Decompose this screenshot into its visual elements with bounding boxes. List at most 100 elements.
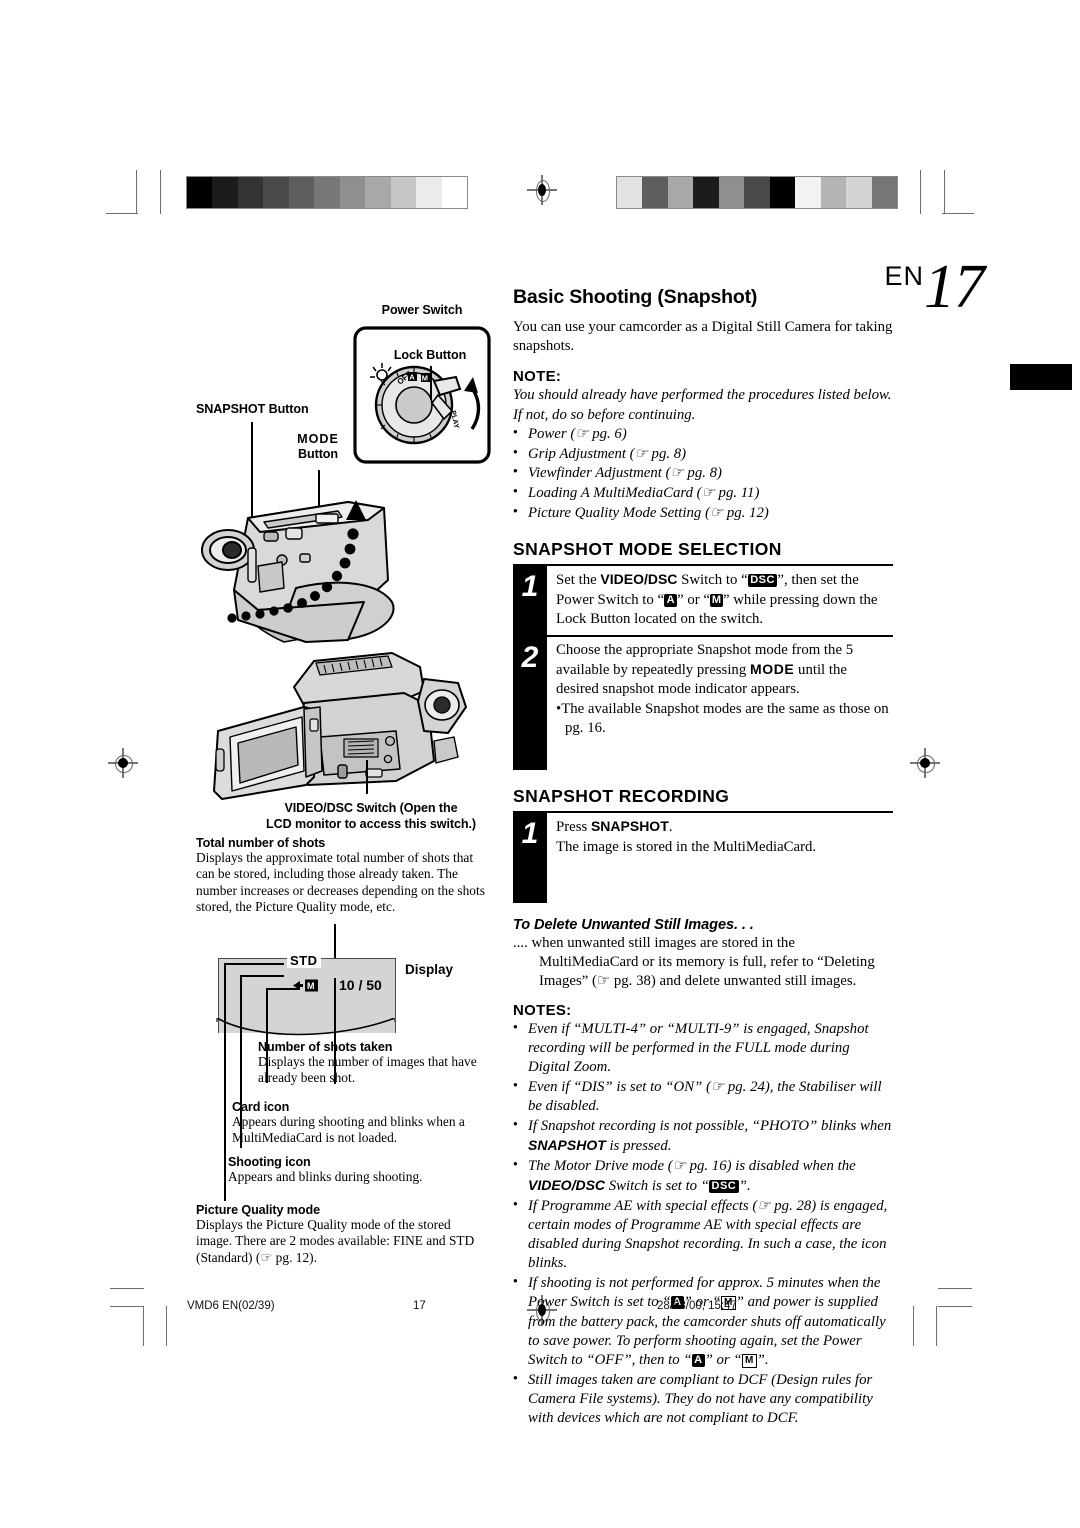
callout-shooting-icon-body: Appears and blinks during shooting.	[228, 1169, 423, 1184]
grayscale-swatch	[212, 177, 238, 208]
note-item: Grip Adjustment (☞ pg. 8)	[513, 445, 893, 464]
grayscale-swatch	[871, 177, 897, 208]
crop-mark-top-right-v2	[944, 170, 946, 214]
notes-heading: NOTES:	[513, 1001, 572, 1019]
footer-timestamp: 28/08/00, 15:47	[657, 1300, 737, 1312]
callout-card-icon: Card icon Appears during shooting and bl…	[232, 1100, 492, 1156]
label-power-switch: Power Switch	[381, 303, 463, 317]
notes-item: If shooting is not performed for approx.…	[513, 1274, 893, 1370]
delete-section-body: .... when unwanted still images are stor…	[513, 934, 875, 990]
notes-item: If Programme AE with special effects (☞ …	[513, 1197, 893, 1274]
grayscale-swatch	[441, 177, 467, 208]
label-mode-button-line2: Button	[298, 446, 338, 461]
step-number: 1	[513, 813, 547, 863]
card-icon: M	[293, 979, 319, 995]
notes-item: The Motor Drive mode (☞ pg. 16) is disab…	[513, 1157, 893, 1196]
callout-picture-quality-heading: Picture Quality mode	[196, 1203, 320, 1217]
svg-text:M: M	[307, 981, 315, 991]
crop-mark-bottom-right-h	[938, 1288, 972, 1290]
callout-total-shots-body: Displays the approximate total number of…	[196, 850, 485, 915]
press-period: .	[668, 819, 673, 836]
callout-shots-taken: Number of shots taken Displays the numbe…	[258, 1040, 498, 1096]
press-label: Press	[556, 819, 591, 836]
camcorder-illustration-bottom	[196, 645, 476, 810]
callout-card-icon-heading: Card icon	[232, 1100, 290, 1114]
page-number-header: EN17	[884, 252, 985, 323]
grayscale-swatch	[667, 177, 694, 208]
leader-line-lock-button	[430, 366, 432, 400]
mode-a-glyph: A	[664, 593, 678, 607]
crop-mark-top-left-h	[106, 213, 138, 215]
label-snapshot-button: SNAPSHOT Button	[196, 402, 309, 416]
grayscale-swatch	[769, 177, 796, 208]
svg-text:M: M	[422, 373, 428, 382]
grayscale-swatch	[390, 177, 417, 208]
margin-index-tab	[1010, 364, 1072, 390]
callout-picture-quality: Picture Quality mode Displays the Pictur…	[196, 1203, 486, 1275]
footer-filename: VMD6 EN(02/39)	[187, 1300, 275, 1312]
step-block-endcap	[513, 744, 547, 771]
notes-list: Even if “MULTI-4” or “MULTI-9” is engage…	[513, 1020, 893, 1429]
label-mode-button-line1: MODE	[297, 432, 339, 446]
notes-item: Even if “MULTI-4” or “MULTI-9” is engage…	[513, 1020, 893, 1078]
grayscale-swatch	[846, 177, 872, 208]
section-heading-mode-selection: SNAPSHOT MODE SELECTION	[513, 539, 782, 560]
callout-shots-taken-heading: Number of shots taken	[258, 1040, 393, 1054]
crop-mark-bottom-right-v2	[913, 1306, 915, 1346]
step-text: Choose the appropriate Snapshot mode fro…	[547, 637, 893, 744]
display-callouts-column: Total number of shots Displays the appro…	[196, 836, 486, 924]
label-video-dsc-line1: VIDEO/DSC Switch (Open the	[284, 801, 458, 815]
step-item: 2 Choose the appropriate Snapshot mode f…	[513, 637, 893, 745]
crop-mark-bottom-right-v	[936, 1306, 938, 1346]
step-text: Press SNAPSHOT. The image is stored in t…	[547, 813, 893, 862]
step-text: Set the VIDEO/DSC Switch to “DSC”, then …	[556, 571, 878, 627]
registration-mark-top-center	[527, 175, 557, 205]
leader-line-quality-v	[224, 963, 226, 1201]
grayscale-calibration-bar-left	[186, 176, 468, 209]
crop-mark-bottom-left-h	[110, 1288, 144, 1290]
snapshot-button-term: SNAPSHOT	[590, 818, 669, 835]
label-display: Display	[405, 962, 454, 977]
registration-mark-right-middle	[910, 748, 940, 778]
grayscale-calibration-bar-right	[616, 176, 898, 209]
note-heading: NOTE:	[513, 368, 562, 386]
dsc-key-glyph: DSC	[747, 574, 778, 588]
grayscale-swatch	[718, 177, 745, 208]
label-lock-button: Lock Button	[393, 348, 467, 362]
grayscale-swatch	[744, 177, 770, 208]
note-item: Picture Quality Mode Setting (☞ pg. 12)	[513, 504, 893, 523]
grayscale-swatch	[693, 177, 719, 208]
label-mode-button: MODE Button	[268, 432, 368, 462]
callout-picture-quality-body: Displays the Picture Quality mode of the…	[196, 1217, 475, 1265]
registration-mark-left-middle	[108, 748, 138, 778]
mode-selection-steps: 1 Set the VIDEO/DSC Switch to “DSC”, the…	[513, 566, 893, 771]
crop-mark-bottom-left-h2	[110, 1306, 144, 1308]
leader-line-card-icon-h	[266, 988, 300, 990]
grayscale-swatch	[365, 177, 391, 208]
crop-mark-top-right-v	[920, 170, 922, 214]
display-shots-value: 10 / 50	[339, 977, 382, 993]
video-dsc-term: VIDEO/DSC	[528, 1176, 606, 1193]
main-content-column: Basic Shooting (Snapshot) You can use yo…	[513, 286, 893, 1429]
leader-line-shooting-icon	[240, 975, 284, 977]
grayscale-swatch	[288, 177, 315, 208]
crop-mark-top-left-v	[136, 170, 138, 214]
grayscale-swatch	[416, 177, 442, 208]
callout-card-icon-body: Appears during shooting and blinks when …	[232, 1114, 465, 1146]
recording-steps: 1 Press SNAPSHOT. The image is stored in…	[513, 813, 893, 903]
mode-m-glyph: M	[741, 1354, 757, 1369]
notes-item: Still images taken are compliant to DCF …	[513, 1371, 893, 1429]
label-video-dsc-line2: LCD monitor to access this switch.)	[266, 817, 476, 832]
display-quality-value: STD	[287, 953, 321, 968]
recording-result-text: The image is stored in the MultiMediaCar…	[556, 838, 817, 855]
power-switch-detail-frame: OFF A M PLAY	[352, 325, 492, 470]
grayscale-swatch	[187, 177, 213, 208]
note-item: Power (☞ pg. 6)	[513, 425, 893, 444]
grayscale-swatch	[617, 177, 643, 208]
note-item: Loading A MultiMediaCard (☞ pg. 11)	[513, 484, 893, 503]
callout-shooting-icon: Shooting icon Appears and blinks during …	[228, 1155, 488, 1194]
crop-mark-bottom-left-v2	[166, 1306, 168, 1346]
delete-section-heading: To Delete Unwanted Still Images. . .	[513, 916, 754, 933]
callout-shots-taken-body: Displays the number of images that have …	[258, 1054, 477, 1086]
callout-shooting-icon-heading: Shooting icon	[228, 1155, 311, 1169]
